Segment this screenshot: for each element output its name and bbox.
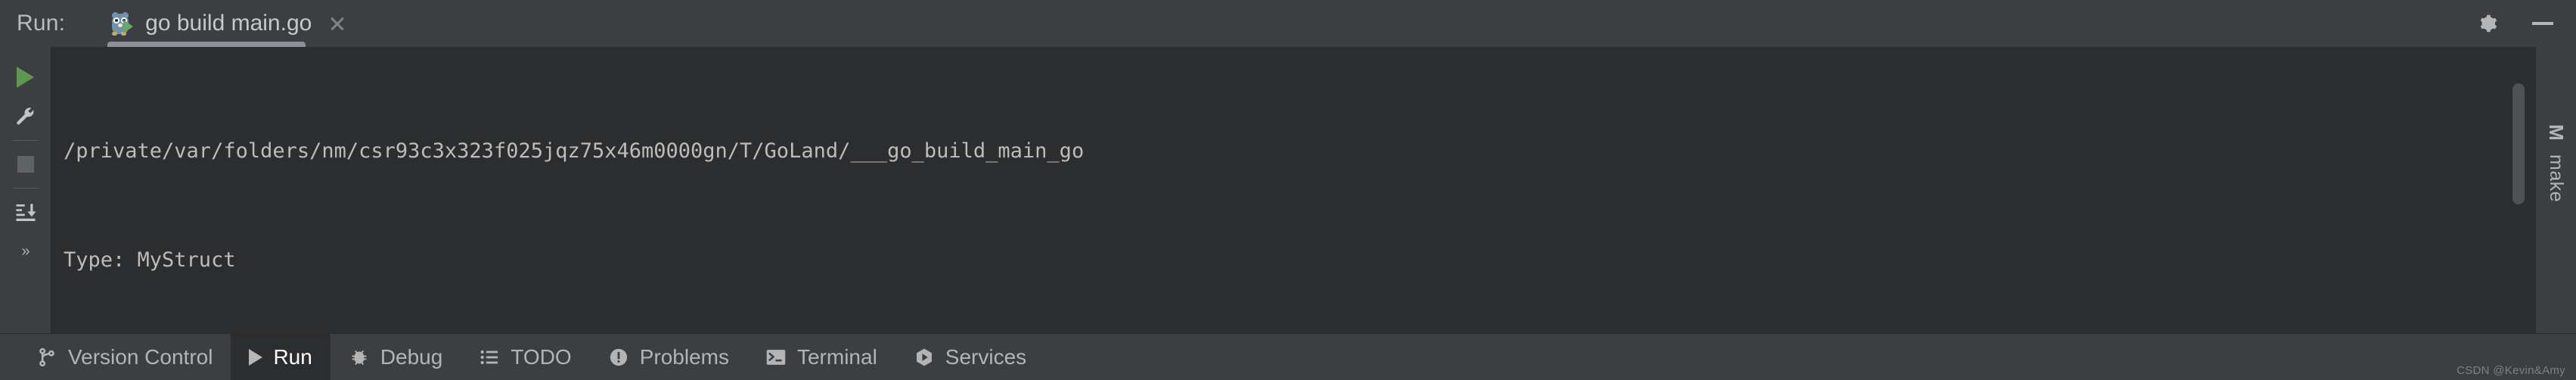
close-icon[interactable] <box>328 14 346 33</box>
tab-run[interactable]: Run <box>231 334 331 380</box>
run-tab-go-build-main-go[interactable]: go build main.go <box>101 0 357 47</box>
sidebar-item-label: make <box>2546 154 2567 203</box>
edit-configuration-button[interactable] <box>5 97 47 136</box>
goland-run-tool-window: Run: go build main.go » /private/var/fol… <box>0 0 2576 380</box>
tab-label: Problems <box>639 344 729 369</box>
play-icon <box>17 67 34 88</box>
branch-icon <box>36 347 57 368</box>
tab-label: Services <box>945 344 1027 369</box>
watermark: CSDN @Kevin&Amy <box>2457 364 2565 377</box>
list-icon <box>479 347 500 368</box>
minimize-icon[interactable] <box>2532 22 2553 25</box>
tab-label: Debug <box>380 344 443 369</box>
tab-label: TODO <box>511 344 572 369</box>
console-line: /private/var/folders/nm/csr93c3x323f025j… <box>64 139 1085 163</box>
bottom-tool-window-bar: Version Control Run Debug TODO Problems … <box>0 333 2576 380</box>
gear-icon[interactable] <box>2475 11 2499 36</box>
services-hexagon-icon <box>914 347 935 368</box>
stop-button[interactable] <box>5 145 47 184</box>
run-window-body: » /private/var/folders/nm/csr93c3x323f02… <box>0 47 2576 333</box>
run-tab-label: go build main.go <box>145 11 312 36</box>
tab-problems[interactable]: Problems <box>590 334 747 380</box>
console-line: Type: MyStruct <box>64 248 236 272</box>
console-output-text: /private/var/folders/nm/csr93c3x323f025j… <box>51 61 2535 333</box>
wrench-icon <box>14 105 37 128</box>
tab-services[interactable]: Services <box>895 334 1044 380</box>
tab-label: Run <box>273 344 312 369</box>
terminal-icon <box>765 347 787 368</box>
console-output-panel[interactable]: /private/var/folders/nm/csr93c3x323f025j… <box>51 47 2535 333</box>
scroll-to-end-button[interactable] <box>5 192 47 232</box>
tab-debug[interactable]: Debug <box>331 334 461 380</box>
run-window-label: Run: <box>17 11 66 36</box>
console-scrollbar-thumb[interactable] <box>2512 83 2525 204</box>
sidebar-item-make[interactable]: M make <box>2544 123 2568 203</box>
run-window-actions <box>2475 11 2576 36</box>
console-scrollbar[interactable] <box>2511 47 2526 333</box>
tab-version-control[interactable]: Version Control <box>18 334 231 380</box>
chevrons-right-icon: » <box>21 242 29 260</box>
rerun-button[interactable] <box>5 58 47 97</box>
tab-terminal[interactable]: Terminal <box>747 334 895 380</box>
play-icon <box>249 348 263 366</box>
tab-todo[interactable]: TODO <box>461 334 589 380</box>
toolbar-separator <box>12 140 39 141</box>
tab-label: Version Control <box>68 344 213 369</box>
expand-toolbar-button[interactable]: » <box>5 232 47 271</box>
run-window-header: Run: go build main.go <box>0 0 2576 47</box>
tab-label: Terminal <box>796 344 877 369</box>
bug-icon <box>349 347 370 368</box>
run-toolbar: » <box>0 47 51 333</box>
exclamation-circle-icon <box>608 347 629 368</box>
scroll-to-end-icon <box>14 201 37 223</box>
right-tool-window-bar: M make <box>2535 47 2576 333</box>
make-icon: M <box>2544 124 2568 141</box>
go-gopher-icon <box>109 11 135 36</box>
run-tab-strip: go build main.go <box>101 0 357 47</box>
stop-square-icon <box>17 156 34 173</box>
run-tab-active-indicator <box>107 42 306 47</box>
